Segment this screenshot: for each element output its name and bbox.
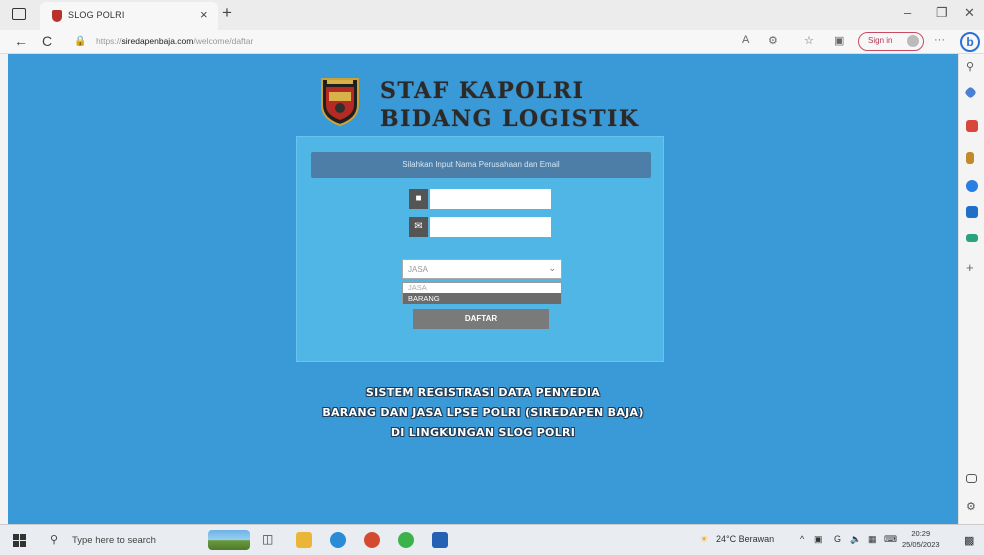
url-path: /welcome/daftar xyxy=(193,36,254,46)
shopping-icon[interactable] xyxy=(966,234,978,242)
url-prefix: https:// xyxy=(96,36,122,46)
web-page: STAF KAPOLRI BIDANG LOGISTIK Silahkan In… xyxy=(8,54,958,524)
system-name-line3: DI LINGKUNGAN SLOG POLRI xyxy=(390,426,576,439)
keyboard-icon[interactable]: ⌨ xyxy=(884,534,897,545)
taskbar-search[interactable]: ⚲ Type here to search xyxy=(42,529,182,552)
sign-in-label: Sign in xyxy=(868,36,893,45)
notifications-icon[interactable]: ▩ xyxy=(964,534,974,547)
tab-title: SLOG POLRI xyxy=(68,10,125,20)
task-view-icon[interactable]: ◫ xyxy=(262,532,278,548)
restore-button[interactable]: ❐ xyxy=(936,5,948,21)
weather-icon: ☀ xyxy=(700,534,709,544)
option-jasa[interactable]: JASA xyxy=(403,283,561,292)
weather-text[interactable]: 24°C Berawan xyxy=(716,534,774,544)
email-input[interactable] xyxy=(430,217,551,237)
search-icon[interactable]: ⚲ xyxy=(966,60,978,73)
company-name-input[interactable] xyxy=(430,189,551,209)
word-icon[interactable] xyxy=(432,532,448,548)
language-icon[interactable]: G xyxy=(834,534,841,544)
edge-icon[interactable] xyxy=(330,532,346,548)
file-explorer-icon[interactable] xyxy=(296,532,312,548)
close-window-button[interactable]: ✕ xyxy=(964,5,975,21)
clock-time: 20:29 xyxy=(911,529,931,538)
games-icon[interactable] xyxy=(966,152,974,164)
toolbox-icon[interactable] xyxy=(966,120,978,132)
taskbar-search-placeholder: Type here to search xyxy=(72,535,156,546)
polri-emblem-icon xyxy=(321,78,359,127)
category-select-value: JASA xyxy=(408,265,429,274)
add-icon[interactable]: + xyxy=(966,260,978,275)
site-favicon-icon xyxy=(52,10,62,22)
page-title-line1: STAF KAPOLRI xyxy=(380,78,585,104)
volume-icon[interactable]: 🔈 xyxy=(850,534,861,545)
form-heading: Silahkan Input Nama Perusahaan dan Email xyxy=(311,152,651,178)
network-icon[interactable]: ▦ xyxy=(868,534,877,545)
lock-icon: 🔒 xyxy=(74,36,87,47)
profile-avatar-icon xyxy=(907,35,919,47)
favorites-star-icon[interactable]: ☆ xyxy=(804,34,814,47)
sign-in-button[interactable]: Sign in xyxy=(858,32,924,51)
daftar-button[interactable]: DAFTAR xyxy=(413,309,549,329)
settings-gear-icon[interactable]: ⚙ xyxy=(966,500,978,513)
chevron-down-icon: ⌄ xyxy=(548,263,556,273)
tray-overflow-icon[interactable]: ^ xyxy=(800,534,804,544)
reload-button[interactable]: C xyxy=(42,33,52,49)
tag-icon[interactable] xyxy=(964,86,977,99)
user-icon: ■ xyxy=(409,189,428,209)
category-dropdown-list: JASA BARANG xyxy=(402,282,562,304)
outlook-icon[interactable] xyxy=(966,206,978,218)
windows-start-button[interactable] xyxy=(13,534,26,547)
bing-copilot-button[interactable]: b xyxy=(960,32,980,52)
email-field: ✉ xyxy=(409,217,551,237)
back-button[interactable]: ← xyxy=(14,33,28,49)
tray-app-icon[interactable]: ▣ xyxy=(814,534,823,545)
windows-taskbar: ⚲ Type here to search ◫ ☀ 24°C Berawan ^… xyxy=(0,524,984,555)
address-bar-row: ← C 🔒 https://siredapenbaja.com/welcome/… xyxy=(0,30,984,54)
clock-date: 25/05/2023 xyxy=(902,540,940,549)
mail-icon: ✉ xyxy=(409,217,428,237)
minimize-button[interactable]: – xyxy=(904,5,911,20)
new-tab-button[interactable]: + xyxy=(222,3,232,23)
office-icon[interactable] xyxy=(364,532,380,548)
company-name-field: ■ xyxy=(409,189,551,209)
system-name-line2: BARANG DAN JASA LPSE POLRI (SIREDAPEN BA… xyxy=(322,406,644,419)
whatsapp-icon[interactable] xyxy=(398,532,414,548)
option-barang[interactable]: BARANG xyxy=(403,293,561,304)
registration-form-panel: Silahkan Input Nama Perusahaan dan Email… xyxy=(296,136,664,362)
more-menu-button[interactable]: ··· xyxy=(934,34,945,46)
browser-tab-bar: SLOG POLRI × + – ❐ ✕ xyxy=(0,0,984,30)
url-host: siredapenbaja.com xyxy=(121,36,194,46)
screen: SLOG POLRI × + – ❐ ✕ ← C 🔒 https://sired… xyxy=(0,0,984,555)
system-clock[interactable]: 20:29 25/05/2023 xyxy=(902,528,940,550)
browser-tab[interactable]: SLOG POLRI × xyxy=(40,2,218,30)
news-widget-thumbnail[interactable] xyxy=(208,530,250,550)
search-icon: ⚲ xyxy=(50,534,59,546)
tab-actions-icon[interactable] xyxy=(12,8,26,20)
tab-close-icon[interactable]: × xyxy=(200,7,208,22)
page-title-line2: BIDANG LOGISTIK xyxy=(380,106,640,132)
microsoft-365-icon[interactable] xyxy=(966,180,978,192)
collections-icon[interactable]: ▣ xyxy=(834,34,844,47)
address-bar[interactable]: https://siredapenbaja.com/welcome/daftar xyxy=(96,36,253,46)
sidebar-panel-icon[interactable] xyxy=(966,474,977,483)
system-name-line1: SISTEM REGISTRASI DATA PENYEDIA xyxy=(365,386,601,399)
read-aloud-icon[interactable]: A xyxy=(742,34,749,46)
category-select[interactable]: JASA ⌄ xyxy=(402,259,562,279)
edge-sidebar: ⚲ + ⚙ xyxy=(958,54,984,524)
extensions-icon[interactable]: ⚙ xyxy=(768,34,778,47)
